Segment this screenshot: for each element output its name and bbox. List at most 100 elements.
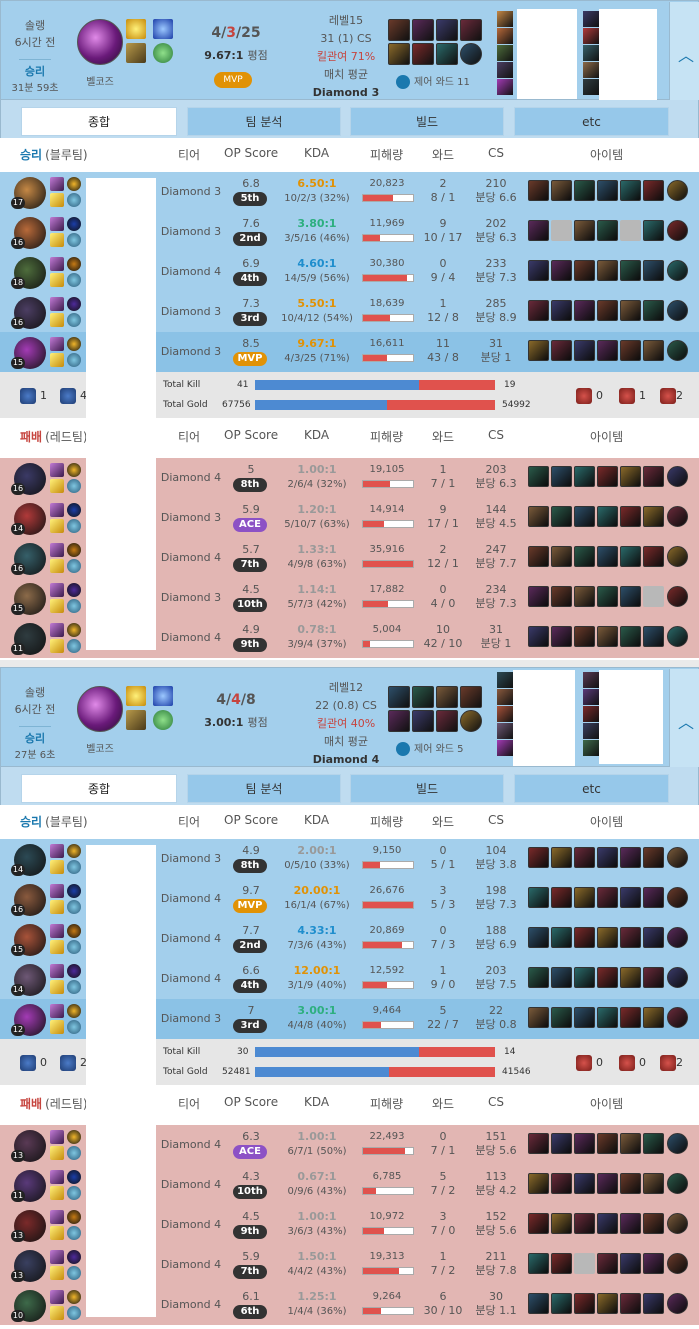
tab-overview[interactable]: 종합 [21,774,177,803]
item-icon[interactable] [597,1007,618,1028]
participant-champion-icon[interactable] [583,723,599,739]
item-icon[interactable] [620,927,641,948]
item-icon[interactable] [643,1173,664,1194]
rune-icon[interactable] [67,1290,81,1304]
item-icon[interactable] [620,1253,641,1274]
trinket-icon[interactable] [460,43,482,65]
summoner-spell-icon[interactable] [126,710,146,730]
item-icon[interactable] [597,1293,618,1314]
item-icon[interactable] [551,586,572,607]
rune-secondary-icon[interactable] [67,980,81,994]
item-icon[interactable] [574,260,595,281]
rune-icon[interactable] [67,924,81,938]
item-icon[interactable] [551,466,572,487]
item-icon[interactable] [528,466,549,487]
trinket-icon[interactable] [667,847,688,868]
item-icon[interactable] [551,1173,572,1194]
item-icon[interactable] [551,1293,572,1314]
rune-secondary-icon[interactable] [67,273,81,287]
rune-icon[interactable] [67,583,81,597]
summoner-spell-icon[interactable] [50,980,64,994]
trinket-icon[interactable] [667,340,688,361]
participant-champion-icon[interactable] [583,62,599,78]
item-icon[interactable] [551,546,572,567]
summoner-spell-icon[interactable] [50,844,64,858]
item-icon[interactable] [551,260,572,281]
item-icon[interactable] [574,506,595,527]
item-icon[interactable] [643,1253,664,1274]
rune-secondary-icon[interactable] [67,313,81,327]
item-icon[interactable] [574,300,595,321]
item-icon[interactable] [597,1253,618,1274]
summoner-spell-icon[interactable] [50,1170,64,1184]
participant-champion-icon[interactable] [497,723,513,739]
rune-secondary-icon[interactable] [67,639,81,653]
item-icon[interactable] [643,1213,664,1234]
item-icon[interactable] [597,887,618,908]
participant-champion-icon[interactable] [497,79,513,95]
item-icon[interactable] [412,710,434,732]
rune-icon[interactable] [153,710,173,730]
summoner-spell-icon[interactable] [50,353,64,367]
summoner-spell-icon[interactable] [50,1130,64,1144]
trinket-icon[interactable] [667,1133,688,1154]
rune-secondary-icon[interactable] [67,599,81,613]
summoner-spell-ignite-icon[interactable] [126,19,146,39]
trinket-icon[interactable] [460,710,482,732]
summoner-spell-icon[interactable] [50,337,64,351]
rune-icon[interactable] [67,463,81,477]
item-icon[interactable] [412,19,434,41]
item-icon[interactable] [388,686,410,708]
rune-secondary-icon[interactable] [67,1266,81,1280]
summoner-spell-icon[interactable] [50,313,64,327]
item-icon[interactable] [620,260,641,281]
rune-icon[interactable] [67,1210,81,1224]
item-icon[interactable] [436,43,458,65]
expand-button[interactable]: ︿ [669,2,699,101]
participant-champion-icon[interactable] [583,28,599,44]
item-icon[interactable] [643,1133,664,1154]
item-icon[interactable] [528,180,549,201]
expand-button[interactable]: ︿ [669,669,699,768]
rune-icon[interactable] [67,177,81,191]
tab-build[interactable]: 빌드 [350,107,504,136]
summoner-spell-icon[interactable] [50,884,64,898]
item-icon[interactable] [620,626,641,647]
rune-icon[interactable] [67,297,81,311]
summoner-spell-icon[interactable] [50,1146,64,1160]
item-icon[interactable] [643,340,664,361]
summoner-spell-flash-icon[interactable] [153,686,173,706]
summoner-spell-icon[interactable] [50,217,64,231]
summoner-spell-icon[interactable] [50,1226,64,1240]
summoner-spell-icon[interactable] [50,1004,64,1018]
rune-secondary-icon[interactable] [67,479,81,493]
item-icon[interactable] [597,1133,618,1154]
item-icon[interactable] [528,300,549,321]
summoner-spell-icon[interactable] [126,43,146,63]
summoner-spell-icon[interactable] [50,233,64,247]
trinket-icon[interactable] [667,1293,688,1314]
item-icon[interactable] [551,300,572,321]
item-icon[interactable] [528,1253,549,1274]
empty-item-slot[interactable] [620,220,641,241]
item-icon[interactable] [620,967,641,988]
summoner-spell-icon[interactable] [50,1250,64,1264]
tab-team-analysis[interactable]: 팀 분석 [187,107,341,136]
item-icon[interactable] [574,626,595,647]
participant-champion-icon[interactable] [583,11,599,27]
item-icon[interactable] [620,546,641,567]
item-icon[interactable] [574,967,595,988]
summoner-spell-icon[interactable] [50,599,64,613]
champion-portrait[interactable] [77,19,123,65]
rune-icon[interactable] [67,884,81,898]
item-icon[interactable] [412,686,434,708]
participant-champion-icon[interactable] [583,79,599,95]
item-icon[interactable] [388,43,410,65]
rune-secondary-icon[interactable] [67,519,81,533]
item-icon[interactable] [551,847,572,868]
item-icon[interactable] [643,927,664,948]
item-icon[interactable] [551,887,572,908]
item-icon[interactable] [620,1213,641,1234]
item-icon[interactable] [620,1173,641,1194]
trinket-icon[interactable] [667,300,688,321]
